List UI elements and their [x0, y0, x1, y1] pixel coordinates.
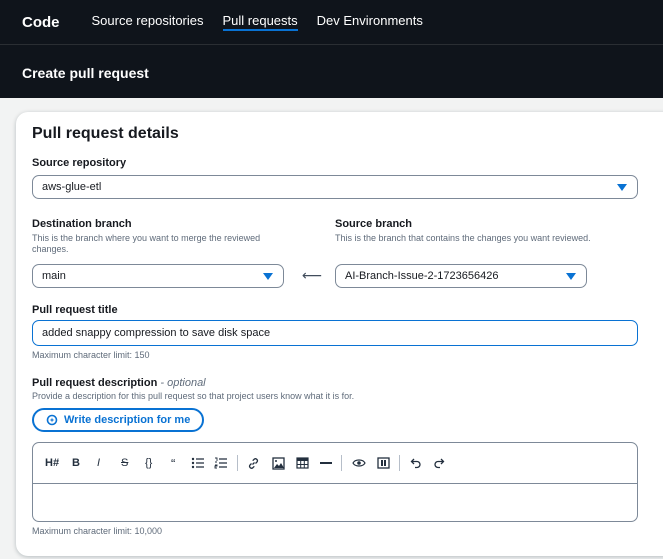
- split-view-icon[interactable]: [377, 456, 390, 470]
- image-icon[interactable]: [272, 456, 285, 470]
- pr-description-label: Pull request description - optional: [32, 377, 206, 389]
- code-button[interactable]: {}: [145, 456, 152, 470]
- source-branch-description: This is the branch that contains the cha…: [335, 233, 591, 243]
- caret-down-icon: [617, 184, 627, 191]
- toolbar-divider: [237, 455, 238, 471]
- pr-title-constraint: Maximum character limit: 150: [32, 350, 150, 360]
- nav-source-repositories[interactable]: Source repositories: [92, 13, 204, 31]
- destination-branch-value: main: [42, 270, 66, 282]
- strikethrough-button[interactable]: S: [121, 456, 128, 470]
- source-branch-select[interactable]: AI-Branch-Issue-2-1723656426: [335, 264, 587, 288]
- caret-down-icon: [566, 273, 576, 280]
- brand-logo[interactable]: Code: [22, 14, 60, 31]
- pr-description-label-text: Pull request description: [32, 377, 158, 389]
- write-description-button[interactable]: Write description for me: [32, 408, 205, 432]
- pr-title-input[interactable]: added snappy compression to save disk sp…: [32, 320, 638, 346]
- ai-sparkle-icon: [46, 414, 58, 426]
- pr-description-constraint: Maximum character limit: 10,000: [32, 526, 163, 536]
- nav-dev-environments[interactable]: Dev Environments: [317, 13, 423, 31]
- pull-request-details-container: Pull request details Source repository a…: [16, 112, 663, 556]
- source-repository-value: aws-glue-etl: [42, 181, 102, 193]
- destination-branch-select[interactable]: main: [32, 264, 284, 288]
- top-navigation: Code Source repositories Pull requests D…: [0, 0, 663, 44]
- bulleted-list-icon[interactable]: [191, 456, 205, 470]
- toolbar-divider: [399, 455, 400, 471]
- markdown-editor: H# B I S {} “: [32, 442, 638, 522]
- pr-title-label: Pull request title: [32, 304, 118, 316]
- nav-pull-requests[interactable]: Pull requests: [222, 13, 298, 31]
- bold-button[interactable]: B: [72, 456, 80, 470]
- undo-icon[interactable]: [410, 456, 422, 470]
- arrow-left-icon: ⟵: [302, 267, 323, 283]
- destination-branch-description: This is the branch where you want to mer…: [32, 233, 261, 254]
- horizontal-rule-icon[interactable]: [319, 456, 333, 470]
- source-repository-select[interactable]: aws-glue-etl: [32, 175, 638, 199]
- heading-button[interactable]: H#: [45, 456, 59, 470]
- source-branch-label: Source branch: [335, 218, 413, 230]
- pr-description-description: Provide a description for this pull requ…: [32, 391, 355, 401]
- link-icon[interactable]: [247, 456, 260, 470]
- redo-icon[interactable]: [433, 456, 445, 470]
- page-header: Create pull request: [0, 44, 663, 98]
- numbered-list-icon[interactable]: [214, 456, 228, 470]
- source-repository-label: Source repository: [32, 157, 127, 169]
- toolbar-divider: [341, 455, 342, 471]
- preview-eye-icon[interactable]: [352, 456, 366, 470]
- italic-button[interactable]: I: [97, 456, 100, 470]
- description-textarea[interactable]: [33, 484, 637, 521]
- optional-label: - optional: [160, 377, 206, 389]
- section-title: Pull request details: [32, 125, 179, 142]
- destination-branch-label: Destination branch: [32, 218, 132, 230]
- caret-down-icon: [263, 273, 273, 280]
- page-title: Create pull request: [22, 65, 149, 81]
- table-icon[interactable]: [296, 456, 309, 470]
- quote-button[interactable]: “: [171, 456, 175, 471]
- write-description-label: Write description for me: [64, 414, 191, 426]
- source-branch-value: AI-Branch-Issue-2-1723656426: [345, 270, 499, 282]
- editor-toolbar: H# B I S {} “: [33, 443, 637, 484]
